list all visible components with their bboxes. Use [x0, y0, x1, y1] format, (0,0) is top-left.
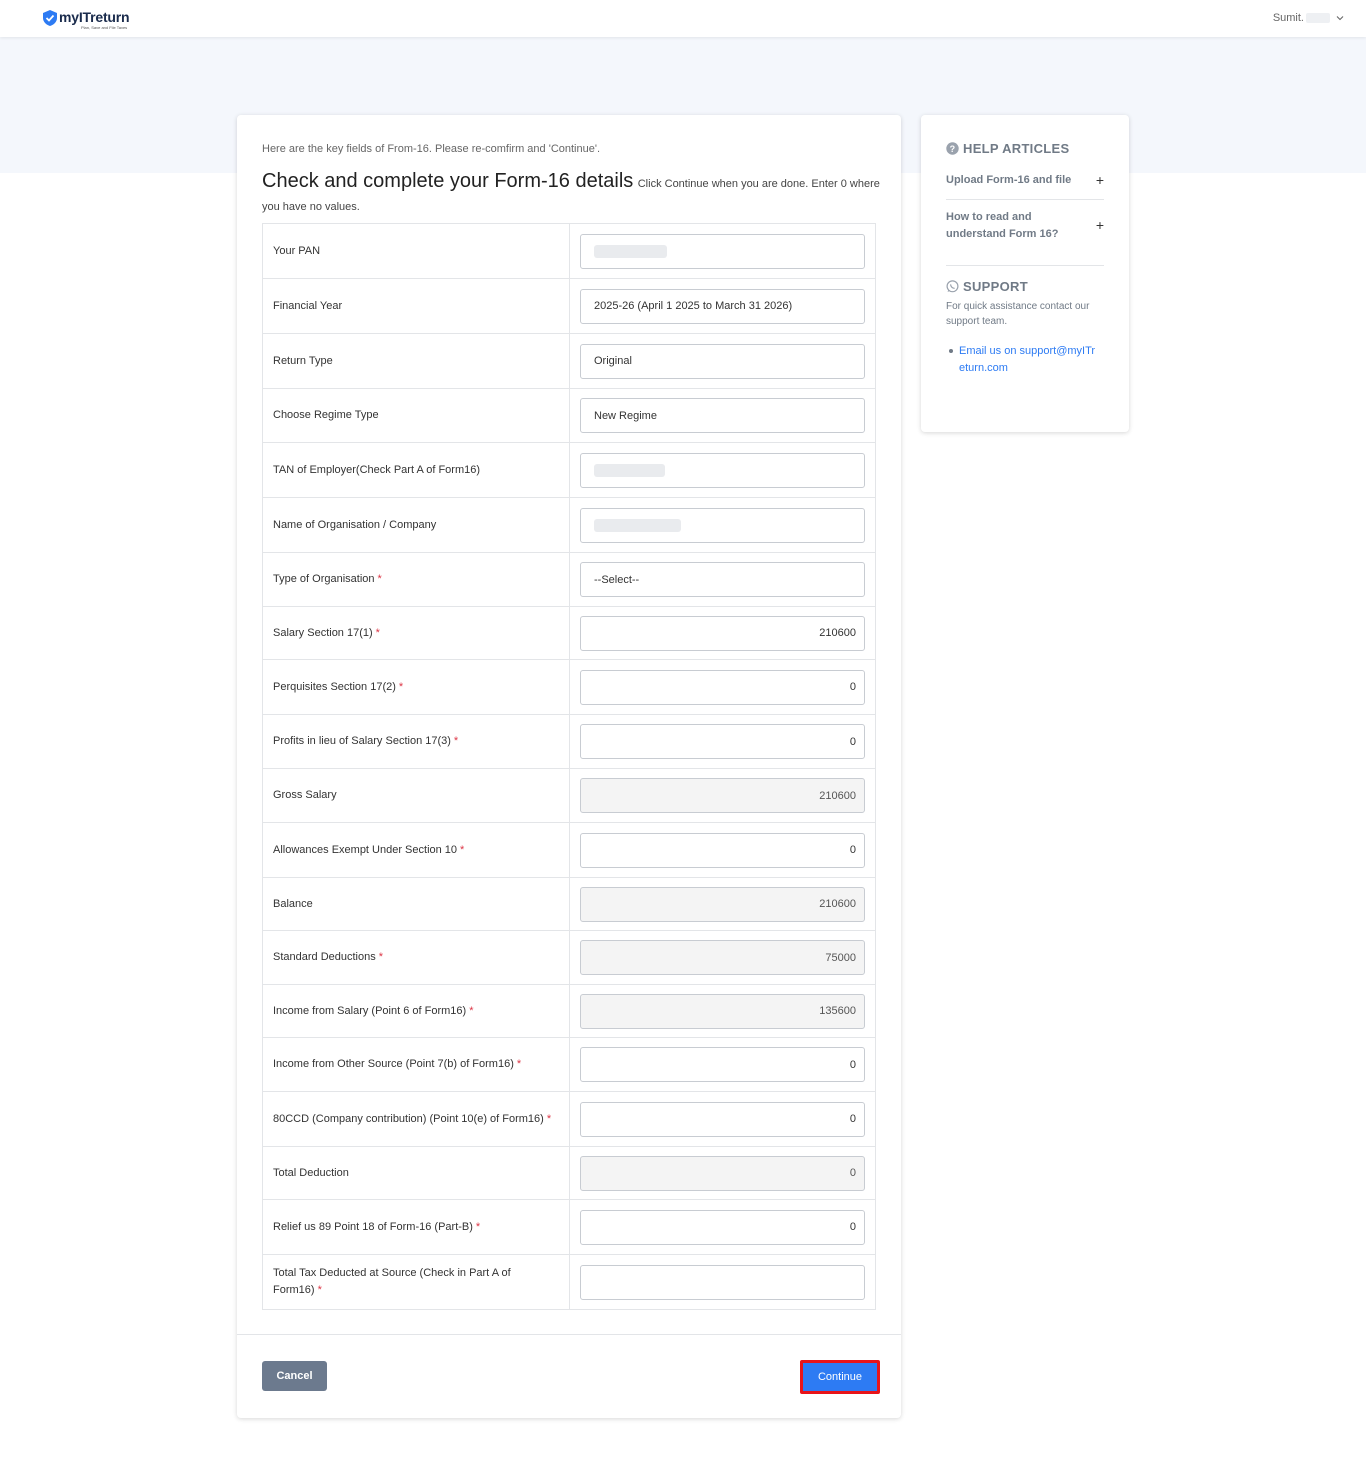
table-row: Relief us 89 Point 18 of Form-16 (Part-B… — [262, 1199, 876, 1255]
table-row: Choose Regime Type New Regime — [262, 388, 876, 443]
svg-text:?: ? — [950, 144, 956, 154]
cancel-button[interactable]: Cancel — [262, 1361, 327, 1391]
table-row: Total Deduction 0 — [262, 1146, 876, 1200]
table-row: Standard Deductions * 75000 — [262, 930, 876, 985]
relief-89-input[interactable]: 0 — [580, 1209, 865, 1245]
tan-redacted — [594, 463, 665, 477]
field-label-pan: Your PAN — [262, 223, 570, 279]
field-label-salary-17-1: Salary Section 17(1) * — [262, 606, 570, 660]
field-label-income-other-source: Income from Other Source (Point 7(b) of … — [262, 1037, 570, 1092]
pan-redacted — [594, 244, 667, 258]
table-row: Return Type Original — [262, 333, 876, 389]
field-label-profits-17-3: Profits in lieu of Salary Section 17(3) * — [262, 714, 570, 769]
allowances-exempt-input[interactable]: 0 — [580, 832, 865, 868]
page-title: Check and complete your Form-16 details — [262, 170, 634, 192]
organisation-redacted — [594, 518, 681, 532]
user-name-redacted — [1306, 13, 1330, 23]
table-row: Your PAN — [262, 223, 876, 279]
field-label-balance: Balance — [262, 877, 570, 931]
field-label-total-tds: Total Tax Deducted at Source (Check in P… — [262, 1254, 570, 1310]
table-row: Gross Salary 210600 — [262, 768, 876, 823]
organisation-type-select[interactable]: --Select-- — [580, 562, 865, 597]
table-row: Financial Year 2025-26 (April 1 2025 to … — [262, 278, 876, 334]
support-heading: SUPPORT — [946, 279, 1028, 294]
table-row: Perquisites Section 17(2) * 0 — [262, 659, 876, 715]
top-bar: myITreturn Plan, Save and File Taxes Sum… — [0, 0, 1366, 37]
tan-field[interactable] — [580, 452, 865, 488]
field-label-organisation-type: Type of Organisation * — [262, 552, 570, 607]
whatsapp-icon — [946, 280, 959, 293]
total-tds-input[interactable] — [580, 1264, 865, 1300]
user-menu[interactable]: Sumit. — [1273, 12, 1344, 24]
field-label-total-deduction: Total Deduction — [262, 1146, 570, 1200]
perquisites-17-2-input[interactable]: 0 — [580, 669, 865, 705]
table-row: Income from Other Source (Point 7(b) of … — [262, 1037, 876, 1092]
logo-tagline: Plan, Save and File Taxes — [81, 25, 128, 30]
support-email-link[interactable]: Email us on support@myITreturn.com — [959, 345, 1095, 374]
field-label-gross-salary: Gross Salary — [262, 768, 570, 823]
financial-year-field[interactable]: 2025-26 (April 1 2025 to March 31 2026) — [580, 288, 865, 324]
continue-button[interactable]: Continue — [800, 1360, 880, 1394]
profits-17-3-input[interactable]: 0 — [580, 724, 865, 759]
field-label-income-from-salary: Income from Salary (Point 6 of Form16) * — [262, 984, 570, 1038]
plus-icon[interactable]: + — [1096, 217, 1104, 234]
form-heading: Check and complete your Form-16 details … — [262, 170, 882, 218]
intro-text: Here are the key fields of From-16. Plea… — [262, 143, 601, 155]
organisation-name-field[interactable] — [580, 507, 865, 543]
field-label-tan: TAN of Employer(Check Part A of Form16) — [262, 442, 570, 498]
table-row: Type of Organisation * --Select-- — [262, 552, 876, 607]
table-row: Total Tax Deducted at Source (Check in P… — [262, 1254, 876, 1310]
return-type-field[interactable]: Original — [580, 343, 865, 379]
income-other-source-input[interactable]: 0 — [580, 1047, 865, 1082]
help-item-read-form16[interactable]: How to read and understand Form 16? + — [946, 209, 1104, 243]
shield-check-icon — [43, 10, 57, 26]
help-divider — [946, 199, 1104, 200]
balance-field: 210600 — [580, 886, 865, 922]
field-label-financial-year: Financial Year — [262, 278, 570, 334]
table-row: TAN of Employer(Check Part A of Form16) — [262, 442, 876, 498]
table-row: Allowances Exempt Under Section 10 * 0 — [262, 822, 876, 878]
table-row: 80CCD (Company contribution) (Point 10(e… — [262, 1091, 876, 1147]
table-row: Salary Section 17(1) * 210600 — [262, 606, 876, 660]
pan-field[interactable] — [580, 233, 865, 269]
form16-fields-table: Your PAN Financial Year 2025-26 (April 1… — [262, 223, 876, 1310]
field-label-organisation-name: Name of Organisation / Company — [262, 497, 570, 553]
user-name: Sumit. — [1272, 12, 1304, 24]
footer-divider — [237, 1334, 901, 1335]
gross-salary-field: 210600 — [580, 778, 865, 813]
support-list: Email us on support@myITreturn.com — [949, 343, 1099, 377]
help-divider — [946, 265, 1104, 266]
table-row: Balance 210600 — [262, 877, 876, 931]
field-label-regime-type: Choose Regime Type — [262, 388, 570, 443]
table-row: Profits in lieu of Salary Section 17(3) *… — [262, 714, 876, 769]
help-articles-heading: ? HELP ARTICLES — [946, 141, 1069, 156]
regime-type-field[interactable]: New Regime — [580, 398, 865, 433]
table-row: Name of Organisation / Company — [262, 497, 876, 553]
field-label-relief-89: Relief us 89 Point 18 of Form-16 (Part-B… — [262, 1199, 570, 1255]
help-item-upload-form16[interactable]: Upload Form-16 and file + — [946, 172, 1104, 189]
field-label-standard-deductions: Standard Deductions * — [262, 930, 570, 985]
logo-name: myITreturn — [59, 9, 130, 25]
bullet — [949, 349, 953, 353]
field-label-allowances-exempt: Allowances Exempt Under Section 10 * — [262, 822, 570, 878]
plus-icon[interactable]: + — [1096, 172, 1104, 189]
form16-card: Here are the key fields of From-16. Plea… — [237, 115, 901, 1418]
question-circle-icon: ? — [946, 142, 959, 155]
salary-17-1-input[interactable]: 210600 — [580, 615, 865, 651]
income-from-salary-field: 135600 — [580, 993, 865, 1029]
table-row: Income from Salary (Point 6 of Form16) * … — [262, 984, 876, 1038]
80ccd-input[interactable]: 0 — [580, 1101, 865, 1137]
support-text: For quick assistance contact our support… — [946, 301, 1090, 327]
field-label-return-type: Return Type — [262, 333, 570, 389]
field-label-80ccd: 80CCD (Company contribution) (Point 10(e… — [262, 1091, 570, 1147]
logo[interactable]: myITreturn Plan, Save and File Taxes — [43, 9, 130, 30]
standard-deductions-field: 75000 — [580, 940, 865, 975]
field-label-perquisites-17-2: Perquisites Section 17(2) * — [262, 659, 570, 715]
chevron-down-icon — [1336, 16, 1344, 21]
total-deduction-field: 0 — [580, 1155, 865, 1191]
help-sidebar: ? HELP ARTICLES Upload Form-16 and file … — [921, 115, 1129, 432]
